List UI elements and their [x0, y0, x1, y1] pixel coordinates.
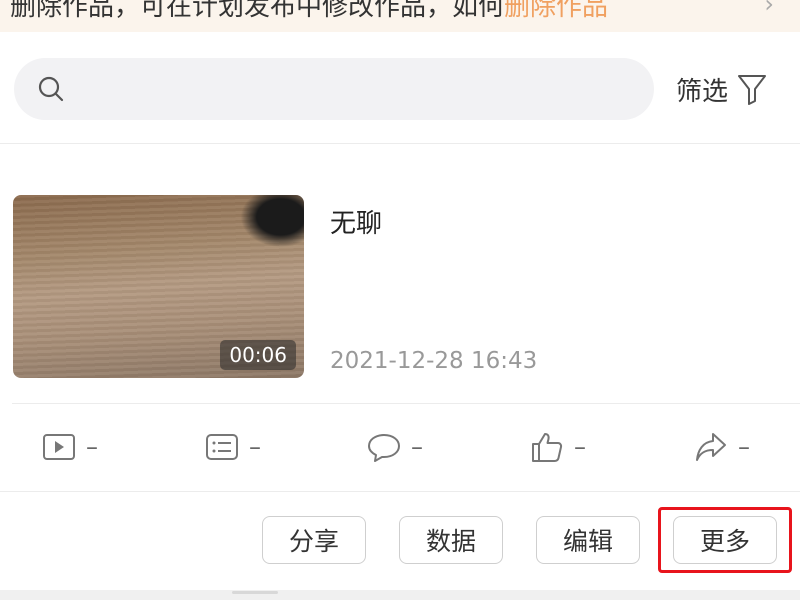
share-button[interactable]: 分享 [262, 516, 366, 564]
stat-comments: – [367, 424, 423, 470]
video-title[interactable]: 无聊 [330, 203, 382, 240]
notice-banner[interactable]: 删除作品，可在计划发布中修改作品，如何删除作品 › [0, 0, 800, 32]
video-thumbnail[interactable]: 00:06 [13, 195, 304, 378]
search-bar[interactable] [14, 58, 654, 120]
notice-banner-text: 删除作品，可在计划发布中修改作品，如何删除作品 [10, 0, 609, 22]
stat-value: – [411, 433, 423, 461]
data-button[interactable]: 数据 [399, 516, 503, 564]
stat-danmaku: – [205, 424, 261, 470]
stat-likes: – [530, 424, 586, 470]
divider [0, 491, 800, 492]
play-icon [43, 434, 75, 460]
divider [12, 403, 800, 404]
comment-icon [368, 434, 400, 462]
stat-value: – [574, 433, 586, 461]
divider [0, 143, 800, 144]
filter-button[interactable]: 筛选 [676, 66, 768, 112]
chevron-right-icon[interactable]: › [764, 0, 774, 18]
bottom-handle [232, 591, 278, 594]
search-input[interactable] [84, 68, 628, 112]
like-icon [532, 433, 563, 462]
video-date: 2021-12-28 16:43 [330, 348, 538, 374]
share-icon [696, 433, 726, 461]
highlight-annotation [658, 507, 792, 573]
stat-value: – [738, 433, 750, 461]
stat-value: – [86, 433, 98, 461]
video-duration: 00:06 [220, 340, 296, 370]
stat-value: – [249, 433, 261, 461]
bottom-separator [0, 590, 800, 600]
search-icon [38, 76, 64, 102]
stat-shares: – [694, 424, 750, 470]
edit-button[interactable]: 编辑 [536, 516, 640, 564]
filter-icon [738, 75, 767, 105]
stat-plays: – [42, 424, 98, 470]
stats-row: – – – – – [0, 424, 800, 470]
list-icon [206, 434, 238, 460]
filter-label: 筛选 [676, 76, 729, 107]
